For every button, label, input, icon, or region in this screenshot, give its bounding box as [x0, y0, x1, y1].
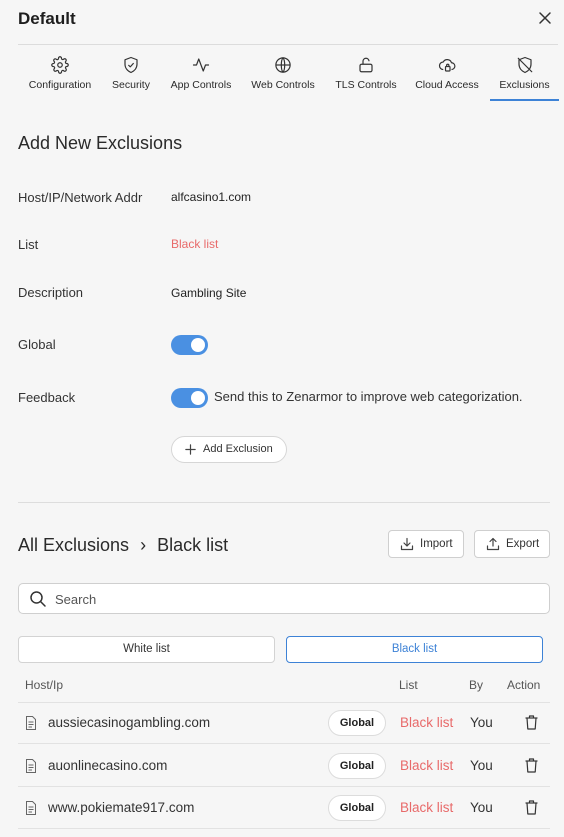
tab-configuration[interactable]: Configuration	[18, 45, 102, 101]
section-divider	[18, 502, 550, 503]
tab-label: App Controls	[170, 79, 232, 91]
breadcrumb-root[interactable]: All Exclusions	[18, 535, 129, 555]
row-host: auonlinecasino.com	[48, 758, 168, 773]
cloud-lock-icon	[438, 59, 456, 72]
breadcrumb-separator: ›	[140, 535, 147, 555]
tab-label: Web Controls	[251, 79, 315, 91]
host-label: Host/IP/Network Addr	[18, 190, 143, 205]
shield-off-icon	[517, 56, 532, 74]
trash-icon[interactable]	[525, 715, 538, 730]
row-list: Black list	[400, 758, 454, 773]
tab-label: Exclusions	[499, 79, 550, 91]
feedback-label: Feedback	[18, 390, 76, 405]
download-icon	[400, 537, 414, 551]
import-label: Import	[420, 538, 453, 550]
row-by: You	[470, 715, 493, 730]
tab-exclusions[interactable]: Exclusions	[490, 45, 559, 101]
column-by[interactable]: By	[469, 678, 483, 692]
row-host: www.pokiemate917.com	[48, 800, 195, 815]
table-row[interactable]: auonlinecasino.com Global Black list You	[18, 745, 550, 787]
table-row[interactable]: www.pokiemate917.com Global Black list Y…	[18, 787, 550, 829]
list-label: List	[18, 237, 39, 252]
tab-label: Security	[112, 79, 150, 91]
close-icon[interactable]	[535, 8, 555, 28]
add-exclusion-button[interactable]: Add Exclusion	[171, 436, 287, 463]
modal-title: Default	[18, 9, 76, 28]
document-icon	[26, 759, 36, 773]
tab-security[interactable]: Security	[104, 45, 158, 101]
global-badge: Global	[328, 710, 386, 736]
search-input[interactable]	[55, 589, 535, 609]
activity-icon	[192, 58, 210, 72]
toggle-knob	[191, 391, 205, 405]
column-host[interactable]: Host/Ip	[25, 678, 63, 692]
gear-icon	[51, 56, 69, 74]
row-list: Black list	[400, 715, 454, 730]
feedback-toggle[interactable]	[171, 388, 208, 408]
trash-icon[interactable]	[525, 758, 538, 773]
row-host: aussiecasinogambling.com	[48, 715, 211, 730]
row-list: Black list	[400, 800, 454, 815]
description-label: Description	[18, 285, 84, 300]
export-button[interactable]: Export	[474, 530, 550, 558]
document-icon	[26, 801, 36, 815]
import-button[interactable]: Import	[388, 530, 464, 558]
toggle-knob	[191, 338, 205, 352]
breadcrumb: All Exclusions › Black list	[18, 535, 228, 556]
trash-icon[interactable]	[525, 800, 538, 815]
description-value[interactable]: Gambling Site	[171, 286, 246, 300]
add-exclusion-title: Add New Exclusions	[18, 133, 183, 153]
search-icon	[30, 591, 46, 607]
host-value[interactable]: alfcasino1.com	[171, 190, 251, 204]
upload-icon	[486, 537, 500, 551]
tab-label: TLS Controls	[335, 79, 397, 91]
row-by: You	[470, 800, 493, 815]
tab-label: Configuration	[28, 79, 92, 91]
global-badge: Global	[328, 795, 386, 821]
global-badge: Global	[328, 753, 386, 779]
table-row[interactable]: aussiecasinogambling.com Global Black li…	[18, 702, 550, 744]
black-list-tab[interactable]: Black list	[286, 636, 543, 663]
global-label: Global	[18, 337, 56, 352]
row-by: You	[470, 758, 493, 773]
export-label: Export	[506, 538, 540, 550]
column-list[interactable]: List	[399, 678, 418, 692]
tab-web-controls[interactable]: Web Controls	[245, 45, 321, 101]
tab-label: Cloud Access	[415, 79, 479, 91]
global-toggle[interactable]	[171, 335, 208, 355]
search-box[interactable]	[18, 583, 550, 614]
add-exclusion-label: Add Exclusion	[203, 443, 273, 455]
modal-header: Default	[0, 0, 564, 40]
tab-bar: Configuration Security App Controls Web …	[18, 44, 559, 101]
tab-app-controls[interactable]: App Controls	[162, 45, 240, 101]
list-value[interactable]: Black list	[171, 237, 218, 251]
plus-icon	[185, 444, 196, 455]
tab-cloud-access[interactable]: Cloud Access	[410, 45, 484, 101]
shield-check-icon	[124, 56, 138, 74]
breadcrumb-current: Black list	[157, 535, 229, 555]
globe-icon	[275, 57, 291, 73]
white-list-tab[interactable]: White list	[18, 636, 275, 663]
feedback-description: Send this to Zenarmor to improve web cat…	[214, 389, 523, 404]
unlock-icon	[359, 57, 373, 73]
document-icon	[26, 716, 36, 730]
column-action: Action	[507, 678, 541, 692]
tab-tls-controls[interactable]: TLS Controls	[326, 45, 406, 101]
